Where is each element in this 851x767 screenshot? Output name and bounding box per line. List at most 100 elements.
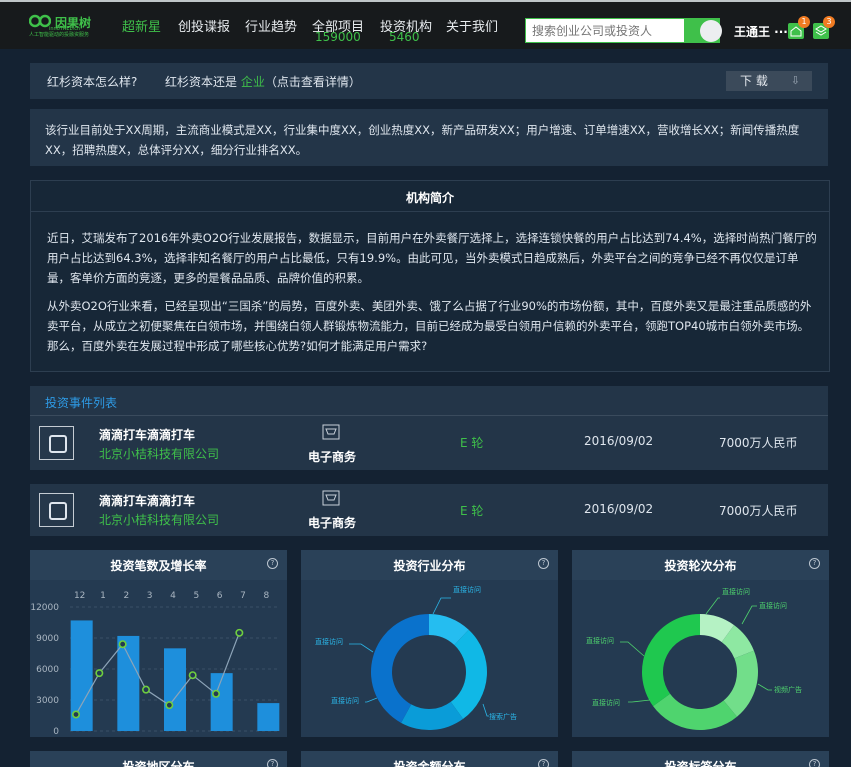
line-point[interactable] — [71, 710, 80, 719]
x-tick-label: 8 — [263, 591, 269, 601]
card-title: 投资地区分布 — [122, 760, 195, 767]
answer-highlight[interactable]: 企业 — [241, 75, 265, 89]
line-point[interactable] — [142, 685, 151, 694]
industry-donut-chart: 直接访问直接访问直接访问搜索广告 — [315, 585, 517, 730]
donut-slice[interactable] — [371, 614, 429, 723]
card-title: 投资轮次分布 — [664, 559, 737, 573]
line-point[interactable] — [118, 640, 127, 649]
x-tick-label: 4 — [170, 591, 176, 601]
chart-card-round: 投资轮次分布 ? 直接访问 直接访问 直接访问 直接访问 视频广告 — [572, 550, 829, 737]
y-tick-label: 3000 — [36, 696, 59, 706]
event-round: E 轮 — [460, 504, 484, 518]
line-point[interactable] — [95, 669, 104, 678]
label-leader — [432, 597, 451, 615]
label-leader — [628, 699, 651, 703]
notification-badge: 3 — [823, 16, 835, 28]
bar[interactable] — [257, 703, 280, 731]
card-title: 投资行业分布 — [393, 559, 466, 573]
institution-intro: 机构简介 近日，艾瑞发布了2016年外卖O2O行业发展报告，数据显示，目前用户在… — [30, 180, 830, 372]
y-tick-label: 6000 — [36, 665, 59, 675]
company-logo[interactable] — [39, 426, 74, 460]
chart-card-tags: 投资标签分布 ? — [572, 751, 829, 767]
event-row[interactable]: 滴滴打车滴滴打车 北京小桔科技有限公司 电子商务 E 轮 2016/09/02 … — [30, 416, 828, 470]
y-tick-label: 0 — [53, 727, 59, 737]
events-title: 投资事件列表 — [45, 396, 118, 410]
card-header: 投资地区分布 ? — [30, 751, 287, 767]
nav-item-vc-intel[interactable]: 创投谍报 — [178, 16, 230, 35]
x-tick-label: 3 — [147, 591, 153, 601]
label-leader — [741, 605, 757, 625]
y-tick-label: 12000 — [30, 603, 59, 613]
chart-card-amount: 投资金额分布 ? — [301, 751, 558, 767]
label-leader — [757, 683, 772, 691]
y-tick-label: 9000 — [36, 634, 59, 644]
event-row[interactable]: 滴滴打车滴滴打车 北京小桔科技有限公司 电子商务 E 轮 2016/09/02 … — [30, 484, 828, 536]
help-icon[interactable]: ? — [809, 759, 820, 767]
label-leader — [705, 597, 720, 615]
user-name[interactable]: 王通王 ··· — [734, 23, 788, 40]
nav-item-about[interactable]: 关于我们 — [446, 16, 498, 35]
line-point[interactable] — [165, 701, 174, 710]
slice-label: 直接访问 — [759, 601, 787, 610]
event-company[interactable]: 北京小桔科技有限公司 — [99, 511, 219, 528]
stack-icon[interactable]: 3 — [813, 16, 835, 39]
answer-suffix: （点击查看详情） — [264, 75, 361, 89]
slice-label: 搜索广告 — [489, 712, 517, 721]
answer-text[interactable]: 红杉资本还是 企业（点击查看详情） — [165, 73, 361, 90]
bar[interactable] — [210, 673, 233, 731]
event-round: E 轮 — [460, 436, 484, 450]
donut-slice[interactable] — [450, 629, 487, 719]
download-label: 下 载 — [740, 74, 768, 88]
bar[interactable] — [117, 635, 140, 731]
search-toggle[interactable] — [700, 20, 722, 42]
search-input[interactable] — [526, 19, 684, 42]
line-point[interactable] — [188, 671, 197, 680]
slice-label: 直接访问 — [586, 636, 614, 645]
donut-slice[interactable] — [642, 614, 700, 707]
donut-slice[interactable] — [401, 701, 464, 730]
logo-subtitle: 人工智能驱动的投融资服务 — [29, 32, 90, 38]
label-leader — [620, 641, 645, 657]
download-button[interactable]: 下 载 ⇩ — [726, 71, 812, 91]
question-bar: 红杉资本怎么样? 红杉资本还是 企业（点击查看详情） 下 载 ⇩ — [30, 63, 828, 99]
event-name[interactable]: 滴滴打车滴滴打车 — [99, 426, 195, 443]
help-icon[interactable]: ? — [538, 759, 549, 767]
card-title: 投资标签分布 — [664, 760, 737, 767]
x-tick-label: 12 — [74, 591, 85, 601]
x-tick-label: 6 — [217, 591, 223, 601]
nav-item-industry-trend[interactable]: 行业趋势 — [245, 16, 297, 35]
slice-label: 直接访问 — [331, 696, 359, 705]
donut-slice[interactable] — [653, 693, 737, 730]
bar[interactable] — [164, 648, 186, 731]
event-amount: 7000万人民币 — [719, 504, 798, 518]
intro-title: 机构简介 — [405, 191, 454, 205]
company-logo[interactable] — [39, 493, 74, 527]
card-header: 投资标签分布 ? — [572, 751, 829, 767]
card-header: 投资轮次分布 ? — [572, 550, 829, 580]
message-badge: 1 — [798, 16, 810, 28]
help-icon[interactable]: ? — [538, 558, 549, 569]
slice-label: 直接访问 — [453, 585, 481, 594]
x-tick-label: 1 — [100, 591, 106, 601]
event-category: 电子商务 — [308, 450, 357, 464]
help-icon[interactable]: ? — [267, 558, 278, 569]
cart-icon — [322, 490, 340, 506]
x-tick-label: 5 — [193, 591, 199, 601]
download-icon: ⇩ — [790, 74, 800, 87]
chart-card-region: 投资地区分布 ? — [30, 751, 287, 767]
event-name[interactable]: 滴滴打车滴滴打车 — [99, 492, 195, 509]
nav-count-projects: 159000 — [315, 30, 361, 44]
line-point[interactable] — [235, 628, 244, 637]
line-point[interactable] — [212, 689, 221, 698]
card-header: 投资笔数及增长率 ? — [30, 550, 287, 580]
round-donut-chart: 直接访问直接访问直接访问直接访问视频广告 — [586, 587, 802, 730]
nav-item-supernova[interactable]: 超新星 — [122, 16, 161, 35]
event-company[interactable]: 北京小桔科技有限公司 — [99, 445, 219, 462]
help-icon[interactable]: ? — [267, 759, 278, 767]
help-icon[interactable]: ? — [809, 558, 820, 569]
message-icon[interactable]: 1 — [788, 16, 810, 39]
label-leader — [349, 643, 374, 653]
intro-paragraph-1: 近日，艾瑞发布了2016年外卖O2O行业发展报告，数据显示，目前用户在外卖餐厅选… — [47, 231, 817, 285]
intro-paragraph-2: 从外卖O2O行业来看，已经呈现出“三国杀”的局势，百度外卖、美团外卖、饿了么占据… — [47, 299, 812, 353]
top-navigation-bar: 因果树 innoTREE.cn 人工智能驱动的投融资服务 超新星 创投谍报 行业… — [0, 0, 851, 49]
